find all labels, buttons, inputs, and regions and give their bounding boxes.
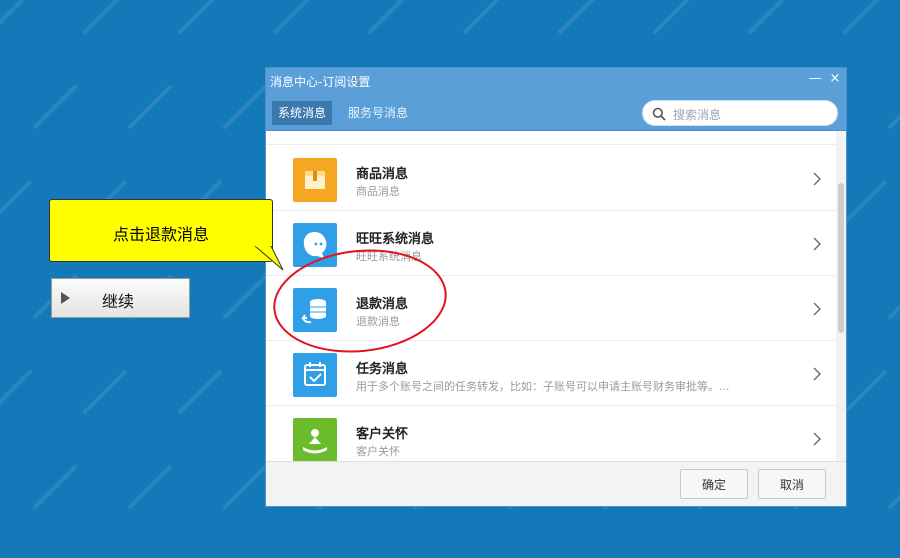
continue-label: 继续 xyxy=(102,292,135,311)
watermark-mark xyxy=(367,0,413,35)
tutorial-callout: 点击退款消息 xyxy=(49,199,273,262)
callout-text: 点击退款消息 xyxy=(112,225,209,244)
watermark-mark xyxy=(842,369,888,415)
watermark-mark xyxy=(177,369,223,415)
item-name: 商品消息 xyxy=(356,167,409,182)
tab-bar: 系统消息 服务号消息 搜索消息 xyxy=(266,94,846,131)
customer-care-icon xyxy=(293,418,337,461)
watermark-mark xyxy=(0,179,33,225)
minimize-button[interactable]: — xyxy=(806,69,824,89)
play-icon xyxy=(61,292,70,304)
watermark-mark xyxy=(82,369,128,415)
continue-button[interactable]: 继续 xyxy=(51,278,190,318)
watermark-mark xyxy=(747,0,793,35)
watermark-mark xyxy=(0,369,33,415)
watermark-mark xyxy=(887,84,900,130)
ok-button[interactable]: 确定 xyxy=(680,469,748,499)
product-box-icon xyxy=(293,158,337,202)
watermark-mark xyxy=(842,0,888,35)
task-calendar-icon xyxy=(293,353,337,397)
list-item-customer-care[interactable]: 客户关怀 客户关怀 xyxy=(266,407,836,461)
tab-service-messages[interactable]: 服务号消息 xyxy=(342,101,414,125)
titlebar: 消息中心-订阅设置 — × xyxy=(266,68,846,94)
watermark-mark xyxy=(222,84,268,130)
list-scrollbar[interactable] xyxy=(836,131,846,461)
watermark-mark xyxy=(462,0,508,35)
chevron-right-icon xyxy=(813,237,821,251)
watermark-mark xyxy=(32,84,78,130)
chevron-right-icon xyxy=(813,302,821,316)
chevron-right-icon xyxy=(813,367,821,381)
search-box[interactable]: 搜索消息 xyxy=(642,100,838,126)
scrollbar-thumb[interactable] xyxy=(838,183,844,333)
watermark-mark xyxy=(557,0,603,35)
watermark-mark xyxy=(82,0,128,35)
tab-system-messages[interactable]: 系统消息 xyxy=(272,101,333,125)
search-icon xyxy=(652,107,666,121)
dialog-title: 消息中心-订阅设置 xyxy=(270,75,371,89)
cancel-button[interactable]: 取消 xyxy=(758,469,826,499)
dialog-footer: 确定 取消 xyxy=(266,461,846,506)
list-item-product-messages[interactable]: 商品消息 商品消息 xyxy=(266,147,836,211)
watermark-mark xyxy=(177,0,223,35)
item-name: 客户关怀 xyxy=(356,427,409,442)
watermark-mark xyxy=(127,464,173,510)
chevron-right-icon xyxy=(813,172,821,186)
item-desc: 商品消息 xyxy=(356,185,400,198)
item-desc: 客户关怀 xyxy=(356,445,400,458)
watermark-mark xyxy=(0,0,33,35)
search-placeholder: 搜索消息 xyxy=(673,108,722,122)
chevron-right-icon xyxy=(813,432,821,446)
watermark-mark xyxy=(652,0,698,35)
highlight-ellipse xyxy=(273,249,447,353)
watermark-mark xyxy=(272,0,318,35)
list-item-partial xyxy=(266,131,836,145)
item-name: 任务消息 xyxy=(356,362,409,377)
watermark-mark xyxy=(842,179,888,225)
item-desc: 用于多个账号之间的任务转发，比如：子账号可以申请主账号财务审批等。... xyxy=(356,380,730,393)
watermark-mark xyxy=(32,464,78,510)
watermark-mark xyxy=(222,464,268,510)
watermark-mark xyxy=(127,84,173,130)
callout-pointer xyxy=(255,246,284,271)
watermark-mark xyxy=(222,274,268,320)
watermark-mark xyxy=(887,274,900,320)
watermark-mark xyxy=(887,464,900,510)
close-button[interactable]: × xyxy=(826,69,844,89)
